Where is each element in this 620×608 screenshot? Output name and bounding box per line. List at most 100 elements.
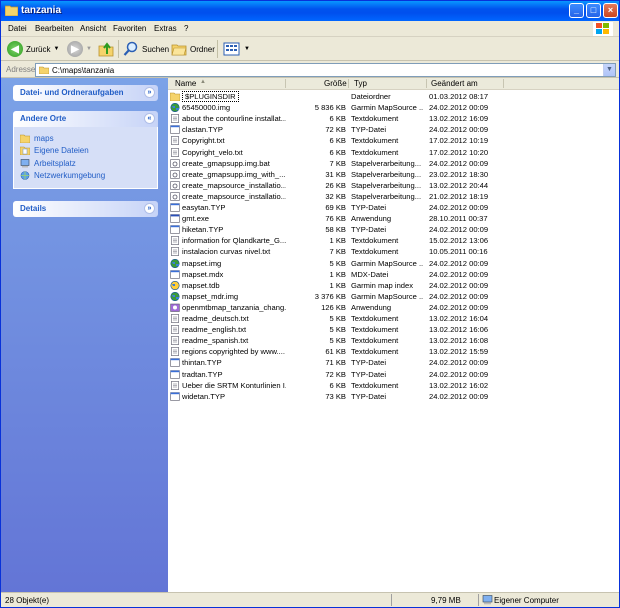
views-button[interactable]: ▼	[223, 39, 250, 59]
place-label: Netzwerkumgebung	[34, 171, 106, 181]
column-divider[interactable]	[285, 79, 286, 88]
file-row[interactable]: regions copyrighted by www.... 61 KB Textd…	[168, 346, 619, 357]
column-divider[interactable]	[426, 79, 427, 88]
file-row[interactable]: readme_spanish.txt 5 KB Textdokument 13.02.…	[168, 335, 619, 346]
file-type: Textdokument	[351, 314, 399, 323]
file-row[interactable]: gmt.exe 76 KB Anwendung 28.10.2011 00:37	[168, 213, 619, 224]
file-type: TYP-Datei	[351, 225, 387, 235]
place-netzwerkumgebung[interactable]: Netzwerkumgebung	[20, 170, 151, 183]
column-divider[interactable]	[503, 79, 504, 88]
column-name[interactable]: Name	[175, 79, 196, 89]
column-date[interactable]: Geändert am	[431, 79, 478, 89]
file-size: 7 KB	[329, 247, 346, 257]
toolbar-separator	[118, 40, 119, 58]
file-row[interactable]: hiketan.TYP 58 KB TYP-Datei 24.02.2012 00:0…	[168, 224, 619, 235]
file-type: Stapelverarbeitung...	[351, 169, 422, 179]
file-size: 72 KB	[325, 125, 346, 135]
file-row[interactable]: mapset.mdx 1 KB MDX-Datei 24.02.2012 00:09	[168, 269, 619, 280]
file-name: regions copyrighted by www....	[182, 347, 285, 357]
file-row[interactable]: openmtbmap_tanzania_chang... 126 KB Anwend…	[168, 302, 619, 313]
file-date: 17.02.2012 10:19	[429, 136, 489, 146]
file-row[interactable]: create_gmapsupp.img.bat 7 KB Stapelverarbe…	[168, 158, 619, 169]
place-eigene-dateien[interactable]: Eigene Dateien	[20, 145, 151, 158]
minimize-button[interactable]: _	[569, 3, 584, 18]
address-dropdown-button[interactable]: ▼	[603, 64, 615, 76]
file-row[interactable]: thintan.TYP 71 KB TYP-Datei 24.02.2012 00:0…	[168, 357, 619, 368]
title-bar[interactable]: tanzania _ □ ×	[1, 1, 619, 21]
menu-help[interactable]: ?	[184, 24, 188, 33]
file-row[interactable]: Copyright.txt 6 KB Textdokument 17.02.2012 …	[168, 135, 619, 146]
file-folder-tasks-header[interactable]: Datei- und Ordneraufgaben »	[13, 85, 158, 101]
file-row[interactable]: create_mapsource_installatio... 26 KB Stap…	[168, 180, 619, 191]
menu-favoriten[interactable]: Favoriten	[113, 24, 146, 33]
file-date: 24.02.2012 00:09	[429, 291, 489, 301]
file-date: 24.02.2012 00:09	[429, 258, 489, 268]
file-size: 126 KB	[321, 302, 346, 312]
file-row[interactable]: tradtan.TYP 72 KB TYP-Datei 24.02.2012 00:0…	[168, 369, 619, 380]
file-row[interactable]: mapset_mdr.img 3 376 KB Garmin MapSource .…	[168, 291, 619, 302]
other-places-panel: Andere Orte « maps Eigene Dateien Arbeit…	[13, 111, 158, 189]
address-field[interactable]: C:\maps\tanzania ▼	[35, 63, 616, 77]
file-row[interactable]: create_mapsource_installatio... 32 KB Stap…	[168, 191, 619, 202]
file-row[interactable]: Copyright_velo.txt 6 KB Textdokument 17.02.…	[168, 147, 619, 158]
file-size: 1 KB	[329, 236, 346, 246]
menu-ansicht[interactable]: Ansicht	[80, 24, 106, 33]
file-row[interactable]: instalacion curvas nivel.txt 7 KB Textdoku…	[168, 246, 619, 257]
documents-icon	[20, 146, 30, 156]
up-folder-button[interactable]	[98, 39, 114, 59]
file-row[interactable]: $PLUGINSDIR Dateiordner 01.03.2012 08:17	[168, 91, 619, 102]
file-row[interactable]: about the contourline installat... 6 KB Te…	[168, 113, 619, 124]
file-row[interactable]: widetan.TYP 73 KB TYP-Datei 24.02.2012 00:0…	[168, 391, 619, 402]
search-button[interactable]: Suchen	[123, 39, 169, 59]
file-row[interactable]: easytan.TYP 69 KB TYP-Datei 24.02.2012 00:0…	[168, 202, 619, 213]
menu-datei[interactable]: Datei	[8, 24, 27, 33]
file-row[interactable]: information for Qlandkarte_G... 1 KB Textd…	[168, 235, 619, 246]
file-type: MDX-Datei	[351, 269, 389, 279]
file-row[interactable]: Ueber die SRTM Konturlinien I... 6 KB Text…	[168, 380, 619, 391]
details-title: Details	[20, 204, 47, 213]
file-row[interactable]: readme_deutsch.txt 5 KB Textdokument 13.02.…	[168, 313, 619, 324]
place-arbeitsplatz[interactable]: Arbeitsplatz	[20, 157, 151, 170]
details-header[interactable]: Details »	[13, 201, 158, 217]
close-button[interactable]: ×	[603, 3, 618, 18]
file-row[interactable]: mapset.tdb 1 KB Garmin map index 24.02.2012…	[168, 280, 619, 291]
expand-chevron-icon[interactable]: »	[144, 203, 155, 214]
file-size: 6 KB	[329, 147, 346, 157]
forward-button[interactable]: ▶ ▼	[67, 39, 92, 59]
other-places-header[interactable]: Andere Orte «	[13, 111, 158, 127]
file-size: 58 KB	[325, 225, 346, 235]
place-maps[interactable]: maps	[20, 132, 151, 145]
file-name: Ueber die SRTM Konturlinien I...	[182, 380, 286, 390]
maximize-button[interactable]: □	[586, 3, 601, 18]
file-row[interactable]: create_gmapsupp.img_with_... 31 KB Stapelv…	[168, 169, 619, 180]
folder-file-icon	[170, 92, 180, 101]
back-arrow-icon: ◀	[7, 41, 23, 57]
text-file-icon	[171, 336, 179, 346]
file-row[interactable]: readme_english.txt 5 KB Textdokument 13.02.…	[168, 324, 619, 335]
back-button[interactable]: ◀ Zurück ▼	[7, 39, 59, 59]
file-date: 24.02.2012 00:09	[429, 158, 489, 168]
file-folder-tasks-title: Datei- und Ordneraufgaben	[20, 88, 124, 97]
collapse-chevron-icon[interactable]: «	[144, 113, 155, 124]
address-label: Adresse	[6, 65, 36, 74]
file-type: Textdokument	[351, 325, 399, 335]
file-name: mapset.tdb	[182, 280, 220, 290]
file-list: Name ▲ Größe Typ Geändert am $PLUGINSDIR…	[168, 78, 619, 592]
file-type: Textdokument	[351, 114, 399, 124]
file-row[interactable]: mapset.img 5 KB Garmin MapSource ... 24.02.…	[168, 258, 619, 269]
file-name: mapset.img	[182, 258, 222, 268]
file-name: create_mapsource_installatio...	[182, 191, 286, 201]
menu-bearbeiten[interactable]: Bearbeiten	[35, 24, 74, 33]
file-row[interactable]: clastan.TYP 72 KB TYP-Datei 24.02.2012 00:0…	[168, 124, 619, 135]
dropdown-arrow-icon: ▼	[86, 46, 92, 52]
installer-file-icon	[170, 303, 180, 312]
column-type[interactable]: Typ	[354, 79, 367, 89]
file-row[interactable]: 65450000.img 5 836 KB Garmin MapSource ...…	[168, 102, 619, 113]
expand-chevron-icon[interactable]: »	[144, 87, 155, 98]
column-divider[interactable]	[348, 79, 349, 88]
file-size: 61 KB	[325, 347, 346, 357]
folders-label: Ordner	[190, 44, 215, 54]
column-size[interactable]: Größe	[324, 79, 347, 89]
menu-extras[interactable]: Extras	[154, 24, 177, 33]
folders-button[interactable]: Ordner	[171, 39, 215, 59]
